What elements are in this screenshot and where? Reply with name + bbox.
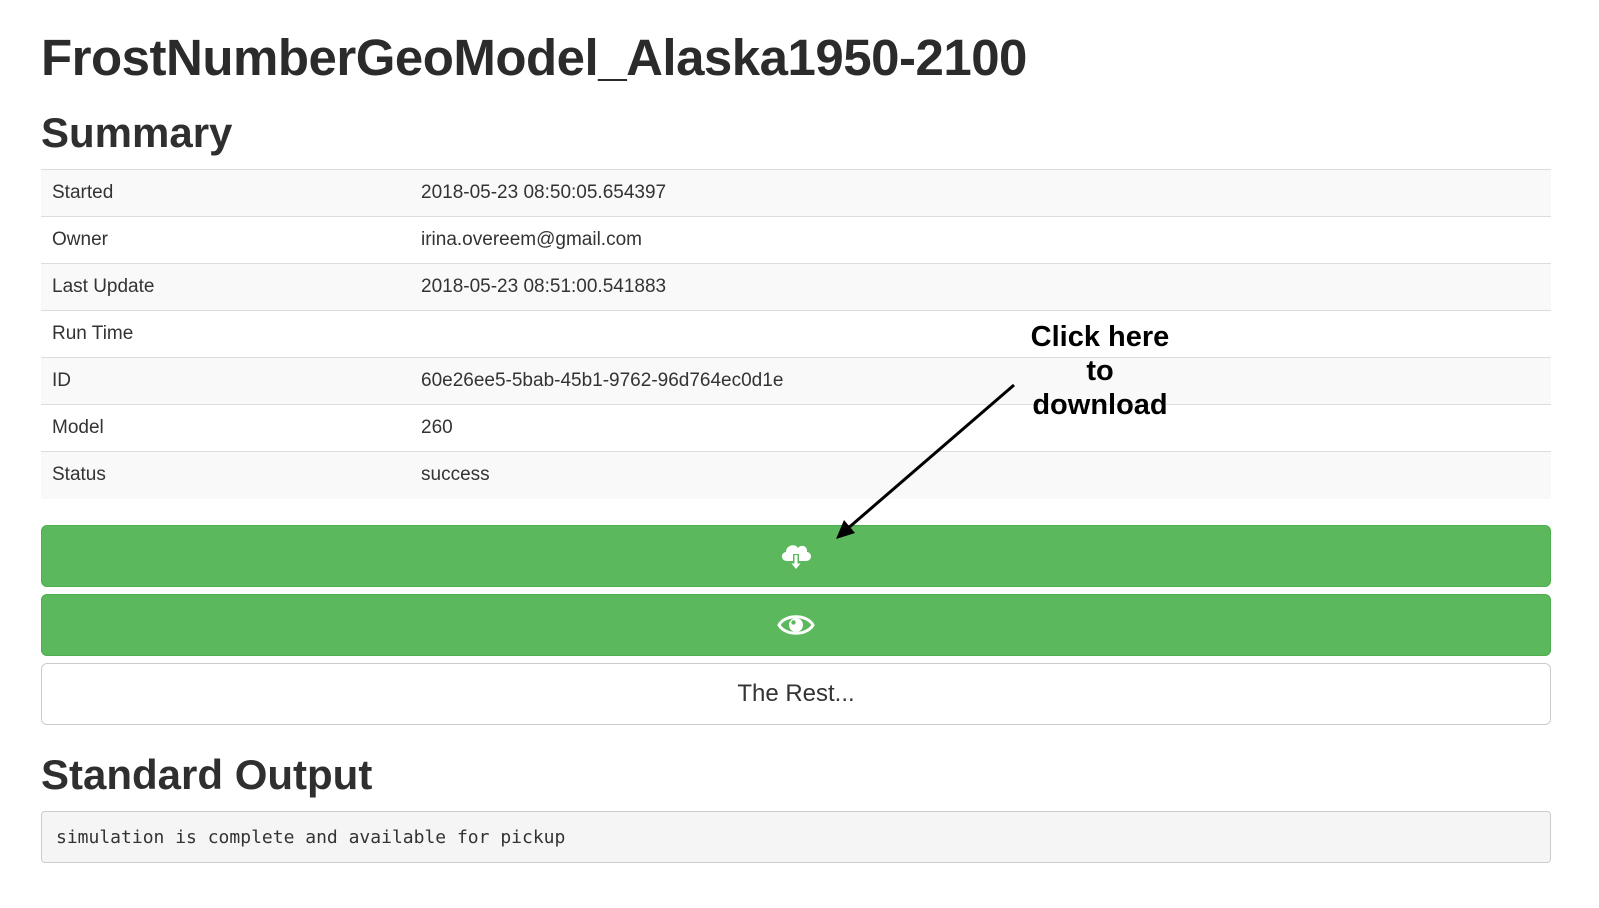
standard-output-box: simulation is complete and available for… [41, 811, 1551, 863]
table-row: Last Update 2018-05-23 08:51:00.541883 [41, 263, 1551, 311]
row-label-started: Started [41, 169, 410, 217]
table-row: Started 2018-05-23 08:50:05.654397 [41, 169, 1551, 217]
row-label-run-time: Run Time [41, 310, 410, 358]
the-rest-button[interactable]: The Rest... [41, 663, 1551, 725]
row-label-id: ID [41, 357, 410, 405]
table-row: Run Time [41, 310, 1551, 358]
row-label-last-update: Last Update [41, 263, 410, 311]
row-value-started: 2018-05-23 08:50:05.654397 [410, 169, 1551, 217]
row-value-run-time [410, 310, 1551, 358]
row-label-model: Model [41, 404, 410, 452]
table-row: ID 60e26ee5-5bab-45b1-9762-96d764ec0d1e [41, 357, 1551, 405]
summary-heading: Summary [41, 109, 233, 156]
callout-line-1: Click here [1030, 321, 1170, 353]
row-label-status: Status [41, 451, 410, 499]
table-row: Model 260 [41, 404, 1551, 452]
eye-icon [777, 615, 815, 635]
row-label-owner: Owner [41, 216, 410, 264]
download-button[interactable] [41, 525, 1551, 587]
row-value-owner: irina.overeem@gmail.com [410, 216, 1551, 264]
summary-table: Started 2018-05-23 08:50:05.654397 Owner… [41, 169, 1551, 499]
standard-output-text: simulation is complete and available for… [56, 826, 566, 848]
row-value-last-update: 2018-05-23 08:51:00.541883 [410, 263, 1551, 311]
standard-output-heading: Standard Output [41, 751, 373, 798]
view-button[interactable] [41, 594, 1551, 656]
callout-arrow [836, 383, 1015, 539]
table-row: Status success [41, 451, 1551, 499]
cloud-download-icon [781, 545, 812, 570]
table-row: Owner irina.overeem@gmail.com [41, 216, 1551, 264]
page-title: FrostNumberGeoModel_Alaska1950-2100 [41, 29, 1027, 86]
